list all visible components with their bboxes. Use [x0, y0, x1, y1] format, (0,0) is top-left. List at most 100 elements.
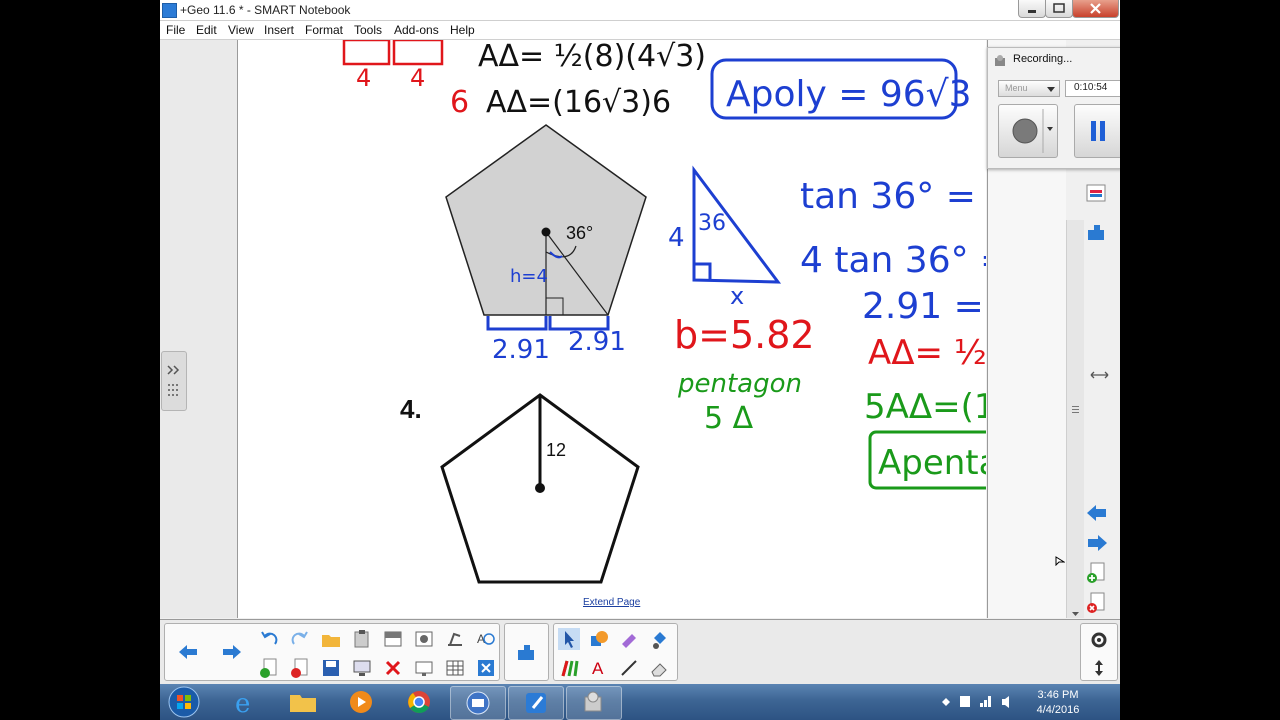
minimize-button[interactable] — [1018, 0, 1046, 18]
add-page-icon[interactable] — [1084, 560, 1110, 586]
add-ons-group — [504, 623, 549, 681]
problem-number: 4. — [400, 394, 422, 424]
internet-explorer-icon: e — [235, 689, 250, 719]
resize-arrows-icon[interactable] — [1088, 362, 1114, 388]
delete-page-icon[interactable] — [1084, 590, 1110, 616]
area-line-2-prefix: 6 — [450, 85, 469, 120]
recorder-menu-label: Menu — [1005, 83, 1028, 93]
delete-page-button-icon[interactable] — [289, 657, 311, 679]
record-button[interactable] — [998, 104, 1058, 158]
screen-shade-icon[interactable] — [382, 628, 404, 650]
full-screen-icon[interactable] — [413, 657, 435, 679]
apothem-label: 12 — [546, 440, 566, 460]
menu-insert[interactable]: Insert — [264, 23, 294, 37]
pause-button[interactable] — [1074, 104, 1120, 158]
bottom-toolbar: A A — [160, 619, 1120, 685]
menu-format[interactable]: Format — [305, 23, 343, 37]
folder-icon — [290, 695, 316, 712]
recorder-window: Recording... Menu 0:10:54 — [987, 47, 1120, 169]
box-label-left: 4 — [356, 64, 371, 92]
eraser-tool-icon[interactable] — [648, 657, 670, 679]
save-icon[interactable] — [320, 657, 342, 679]
recorder-menu-dropdown[interactable]: Menu — [998, 80, 1060, 97]
triangle-area-formula: AΔ= ½(5.82)(4) — [868, 333, 986, 373]
chevron-down-icon — [1047, 87, 1055, 92]
menu-view[interactable]: View — [228, 23, 254, 37]
taskbar-smart-notebook[interactable] — [508, 686, 564, 720]
windows-taskbar: e 3:46 PM 4/4/2016 — [160, 684, 1120, 720]
taskbar-outlook[interactable] — [450, 686, 506, 720]
system-tray-icons[interactable] — [940, 692, 1020, 712]
base-length: b=5.82 — [674, 313, 815, 357]
menu-help[interactable]: Help — [450, 23, 475, 37]
screen-display-icon[interactable] — [351, 657, 373, 679]
minimize-icon — [1028, 10, 1036, 13]
side-panel-handle[interactable] — [161, 351, 187, 411]
menu-add-ons[interactable]: Add-ons — [394, 23, 439, 37]
undo-icon[interactable] — [258, 628, 280, 650]
taskbar-file-explorer[interactable] — [276, 686, 330, 718]
add-page-button-icon[interactable] — [258, 657, 280, 679]
taskbar-smart-recorder[interactable] — [566, 686, 622, 720]
gear-icon[interactable] — [1088, 629, 1110, 651]
menu-file[interactable]: File — [166, 23, 185, 37]
area-line-2: AΔ=(16√3)6 — [486, 85, 671, 120]
open-file-icon[interactable] — [320, 628, 342, 650]
delete-icon[interactable] — [382, 657, 404, 679]
forward-arrow-icon[interactable] — [221, 641, 243, 663]
back-arrow-icon[interactable] — [177, 641, 199, 663]
magic-pen-icon[interactable] — [618, 628, 640, 650]
menu-edit[interactable]: Edit — [196, 23, 217, 37]
base-right-label: 2.91 — [568, 327, 626, 357]
document-camera-icon[interactable] — [444, 628, 466, 650]
pentagon-figure-4: 12 — [440, 393, 640, 584]
pens-tool-icon[interactable] — [558, 657, 580, 679]
x-value-line: 2.91 = x — [862, 286, 986, 327]
expand-arrows-icon — [167, 365, 180, 396]
vertical-scrollbar[interactable] — [1066, 220, 1084, 618]
recording-time: 0:10:54 — [1065, 80, 1120, 97]
tan-solve-line: 4 tan 36° = x — [800, 240, 986, 281]
next-page-icon[interactable] — [1084, 530, 1110, 556]
move-toolbar-icon[interactable] — [1088, 657, 1110, 679]
taskbar-chrome[interactable] — [392, 686, 446, 718]
mail-icon — [466, 691, 490, 715]
recorder-icon — [995, 55, 1005, 66]
add-ons-icon[interactable] — [515, 641, 537, 663]
start-button[interactable] — [164, 686, 204, 718]
redo-icon[interactable] — [289, 628, 311, 650]
spelling-icon[interactable]: A — [475, 628, 497, 650]
mouse-cursor-icon — [1055, 556, 1065, 566]
menu-tools[interactable]: Tools — [354, 23, 382, 37]
table-icon[interactable] — [444, 657, 466, 679]
previous-page-icon[interactable] — [1084, 500, 1110, 526]
triangle-side-label: 4 — [668, 223, 685, 253]
angle-label: 36° — [566, 223, 593, 243]
fill-tool-icon[interactable] — [648, 628, 670, 650]
pentagon-figure-3: 36° h=4 2.91 2.91 — [445, 124, 647, 365]
close-button[interactable] — [1072, 0, 1119, 18]
add-ons-tab-icon[interactable] — [1084, 220, 1110, 246]
capture-icon[interactable] — [413, 628, 435, 650]
maximize-button[interactable] — [1045, 0, 1073, 18]
tan-equation: tan 36° = x/4 — [800, 176, 986, 217]
shapes-tool-icon[interactable] — [588, 628, 610, 650]
extend-page-link[interactable]: Extend Page — [583, 597, 640, 608]
notebook-page-canvas[interactable]: 4 4 AΔ= ½(8)(4√3) 6 AΔ=(16√3)6 Apoly = 9… — [238, 40, 986, 618]
drawing-tools-group: A — [553, 623, 678, 681]
left-gutter — [160, 40, 238, 618]
close-window-tool-icon[interactable] — [475, 657, 497, 679]
taskbar-media-player[interactable] — [334, 686, 388, 718]
triangle-angle-label: 36 — [698, 211, 726, 236]
paste-icon[interactable] — [351, 628, 373, 650]
five-triangles-note: 5 Δ — [704, 401, 754, 436]
apoly-answer: Apoly = 96√3 — [726, 74, 972, 115]
box-label-right: 4 — [410, 64, 425, 92]
gallery-tab-icon[interactable] — [1084, 180, 1110, 206]
taskbar-internet-explorer[interactable]: e — [218, 686, 272, 719]
svg-text:A: A — [592, 659, 604, 678]
select-pointer-icon[interactable] — [558, 628, 580, 650]
taskbar-clock[interactable]: 3:46 PM 4/4/2016 — [1028, 688, 1088, 718]
text-tool-icon[interactable]: A — [588, 657, 610, 679]
line-tool-icon[interactable] — [618, 657, 640, 679]
